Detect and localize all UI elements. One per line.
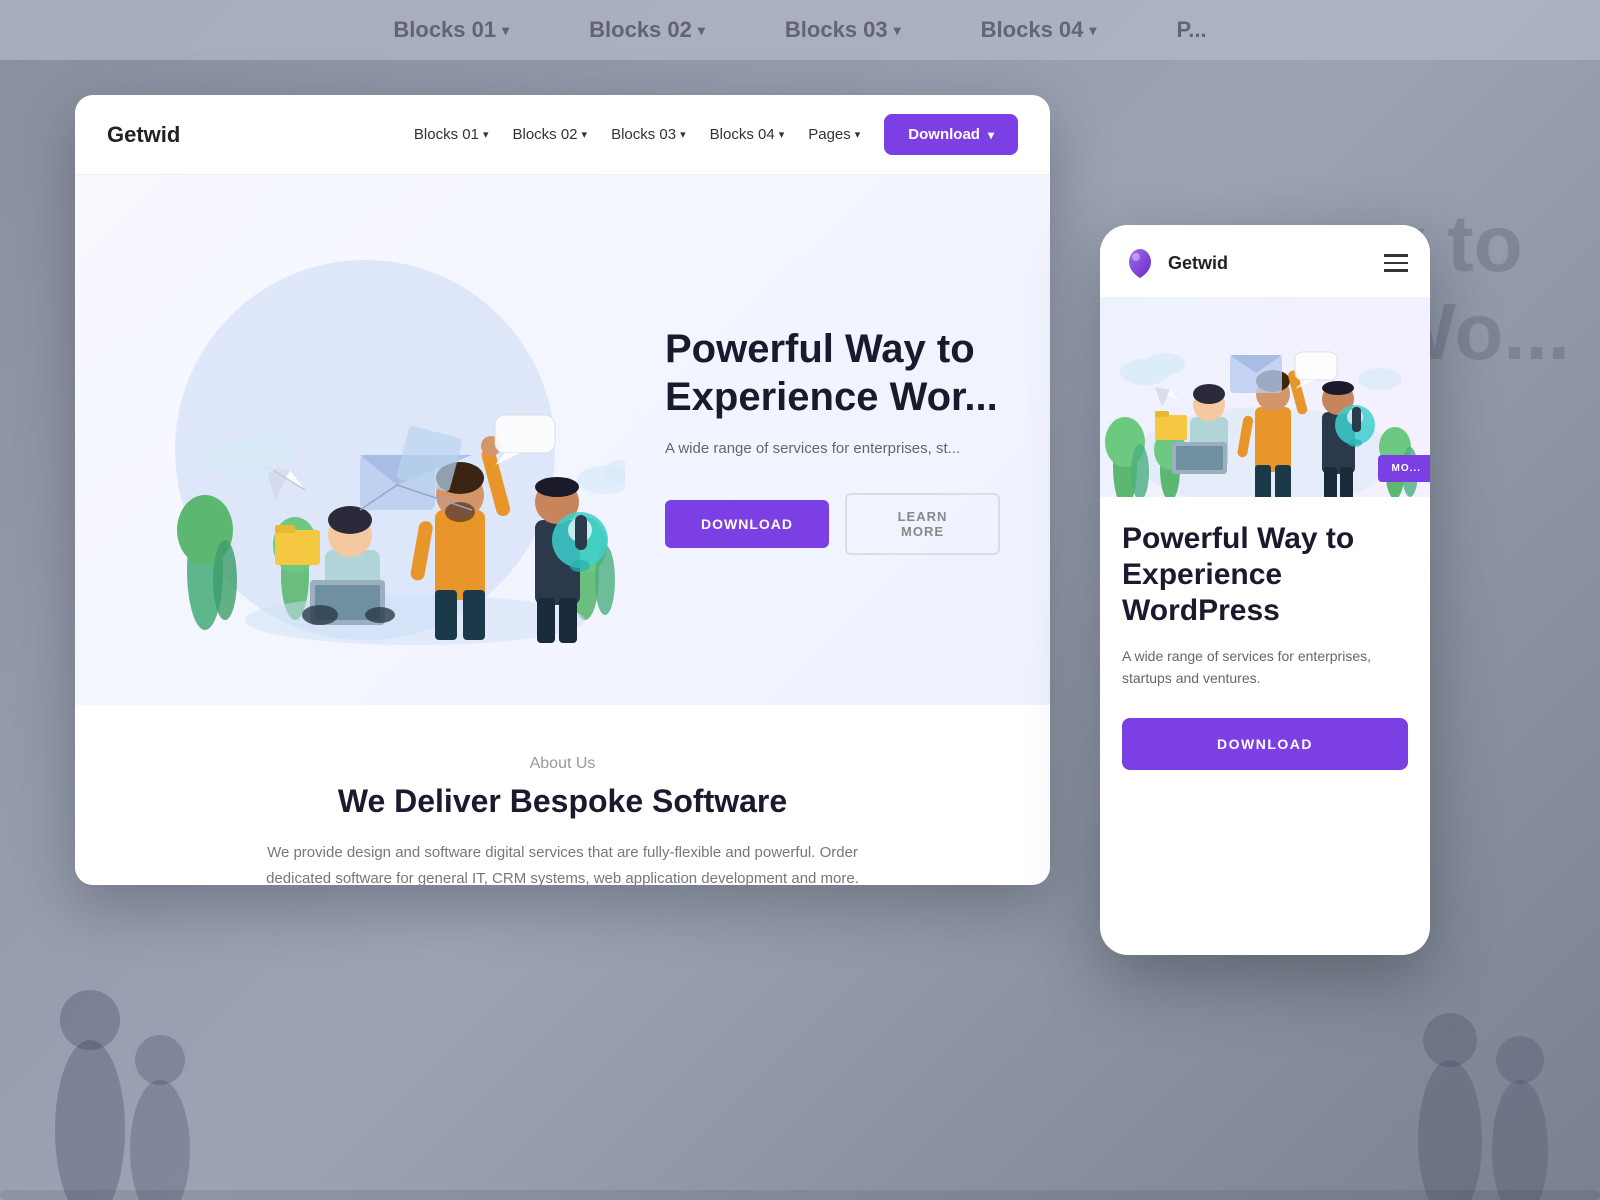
hero-illustration (115, 230, 635, 650)
about-eyebrow: About Us (135, 755, 990, 773)
mobile-hero-image: MO... (1100, 297, 1430, 497)
nav-pages[interactable]: Pages ▾ (808, 126, 860, 143)
mobile-logo-icon (1122, 245, 1158, 281)
nav-blocks04[interactable]: Blocks 04 ▾ (710, 126, 785, 143)
desktop-hero: Powerful Way toExperience Wor... A wide … (75, 175, 1050, 705)
chevron-down-icon: ▾ (1089, 22, 1096, 39)
chevron-down-icon: ▾ (988, 128, 994, 142)
chevron-down-icon: ▾ (483, 128, 489, 141)
desktop-card: Getwid Blocks 01 ▾ Blocks 02 ▾ Blocks 03… (75, 95, 1050, 885)
bg-nav-blocks02: Blocks 02 ▾ (589, 17, 705, 43)
about-text: We provide design and software digital s… (253, 840, 873, 885)
nav-blocks01[interactable]: Blocks 01 ▾ (414, 126, 489, 143)
mobile-nav: Getwid (1100, 225, 1430, 297)
mobile-logo-area: Getwid (1122, 245, 1228, 281)
hero-learn-more-button[interactable]: LEARN MORE (845, 493, 1000, 555)
hero-subtitle: A wide range of services for enterprises… (665, 437, 1000, 461)
hero-download-button[interactable]: DOWNLOAD (665, 500, 829, 548)
nav-blocks03[interactable]: Blocks 03 ▾ (611, 126, 686, 143)
chevron-down-icon: ▾ (502, 22, 509, 39)
mobile-logo-text: Getwid (1168, 253, 1228, 274)
mobile-download-button[interactable]: DOWNLOAD (1122, 718, 1408, 770)
desktop-download-button[interactable]: Download ▾ (884, 114, 1018, 155)
bg-nav-blocks04: Blocks 04 ▾ (981, 17, 1097, 43)
hero-content: Powerful Way toExperience Wor... A wide … (635, 325, 1000, 555)
chevron-down-icon: ▾ (698, 22, 705, 39)
chevron-down-icon: ▾ (779, 128, 785, 141)
bg-nav-blocks03: Blocks 03 ▾ (785, 17, 901, 43)
chevron-down-icon: ▾ (894, 22, 901, 39)
mobile-content: Powerful Way to Experience WordPress A w… (1100, 497, 1430, 955)
about-title: We Deliver Bespoke Software (135, 783, 990, 820)
desktop-logo: Getwid (107, 122, 180, 148)
nav-blocks02[interactable]: Blocks 02 ▾ (512, 126, 587, 143)
background-nav: Blocks 01 ▾ Blocks 02 ▾ Blocks 03 ▾ Bloc… (0, 0, 1600, 60)
chevron-down-icon: ▾ (855, 128, 861, 141)
chevron-down-icon: ▾ (680, 128, 686, 141)
hero-buttons: DOWNLOAD LEARN MORE (665, 493, 1000, 555)
mobile-subtitle: A wide range of services for enterprises… (1122, 645, 1408, 690)
mobile-title: Powerful Way to Experience WordPress (1122, 521, 1408, 629)
hamburger-menu-button[interactable] (1384, 254, 1408, 272)
desktop-nav: Getwid Blocks 01 ▾ Blocks 02 ▾ Blocks 03… (75, 95, 1050, 175)
mobile-more-peek: MO... (1378, 455, 1430, 482)
bg-nav-pages: P... (1176, 17, 1206, 43)
desktop-about-section: About Us We Deliver Bespoke Software We … (75, 705, 1050, 885)
mobile-card: Getwid (1100, 225, 1430, 955)
desktop-nav-links: Blocks 01 ▾ Blocks 02 ▾ Blocks 03 ▾ Bloc… (414, 126, 860, 143)
hero-title: Powerful Way toExperience Wor... (665, 325, 1000, 421)
bg-nav-blocks01: Blocks 01 ▾ (393, 17, 509, 43)
people-illustration-svg (165, 250, 625, 650)
chevron-down-icon: ▾ (582, 128, 588, 141)
